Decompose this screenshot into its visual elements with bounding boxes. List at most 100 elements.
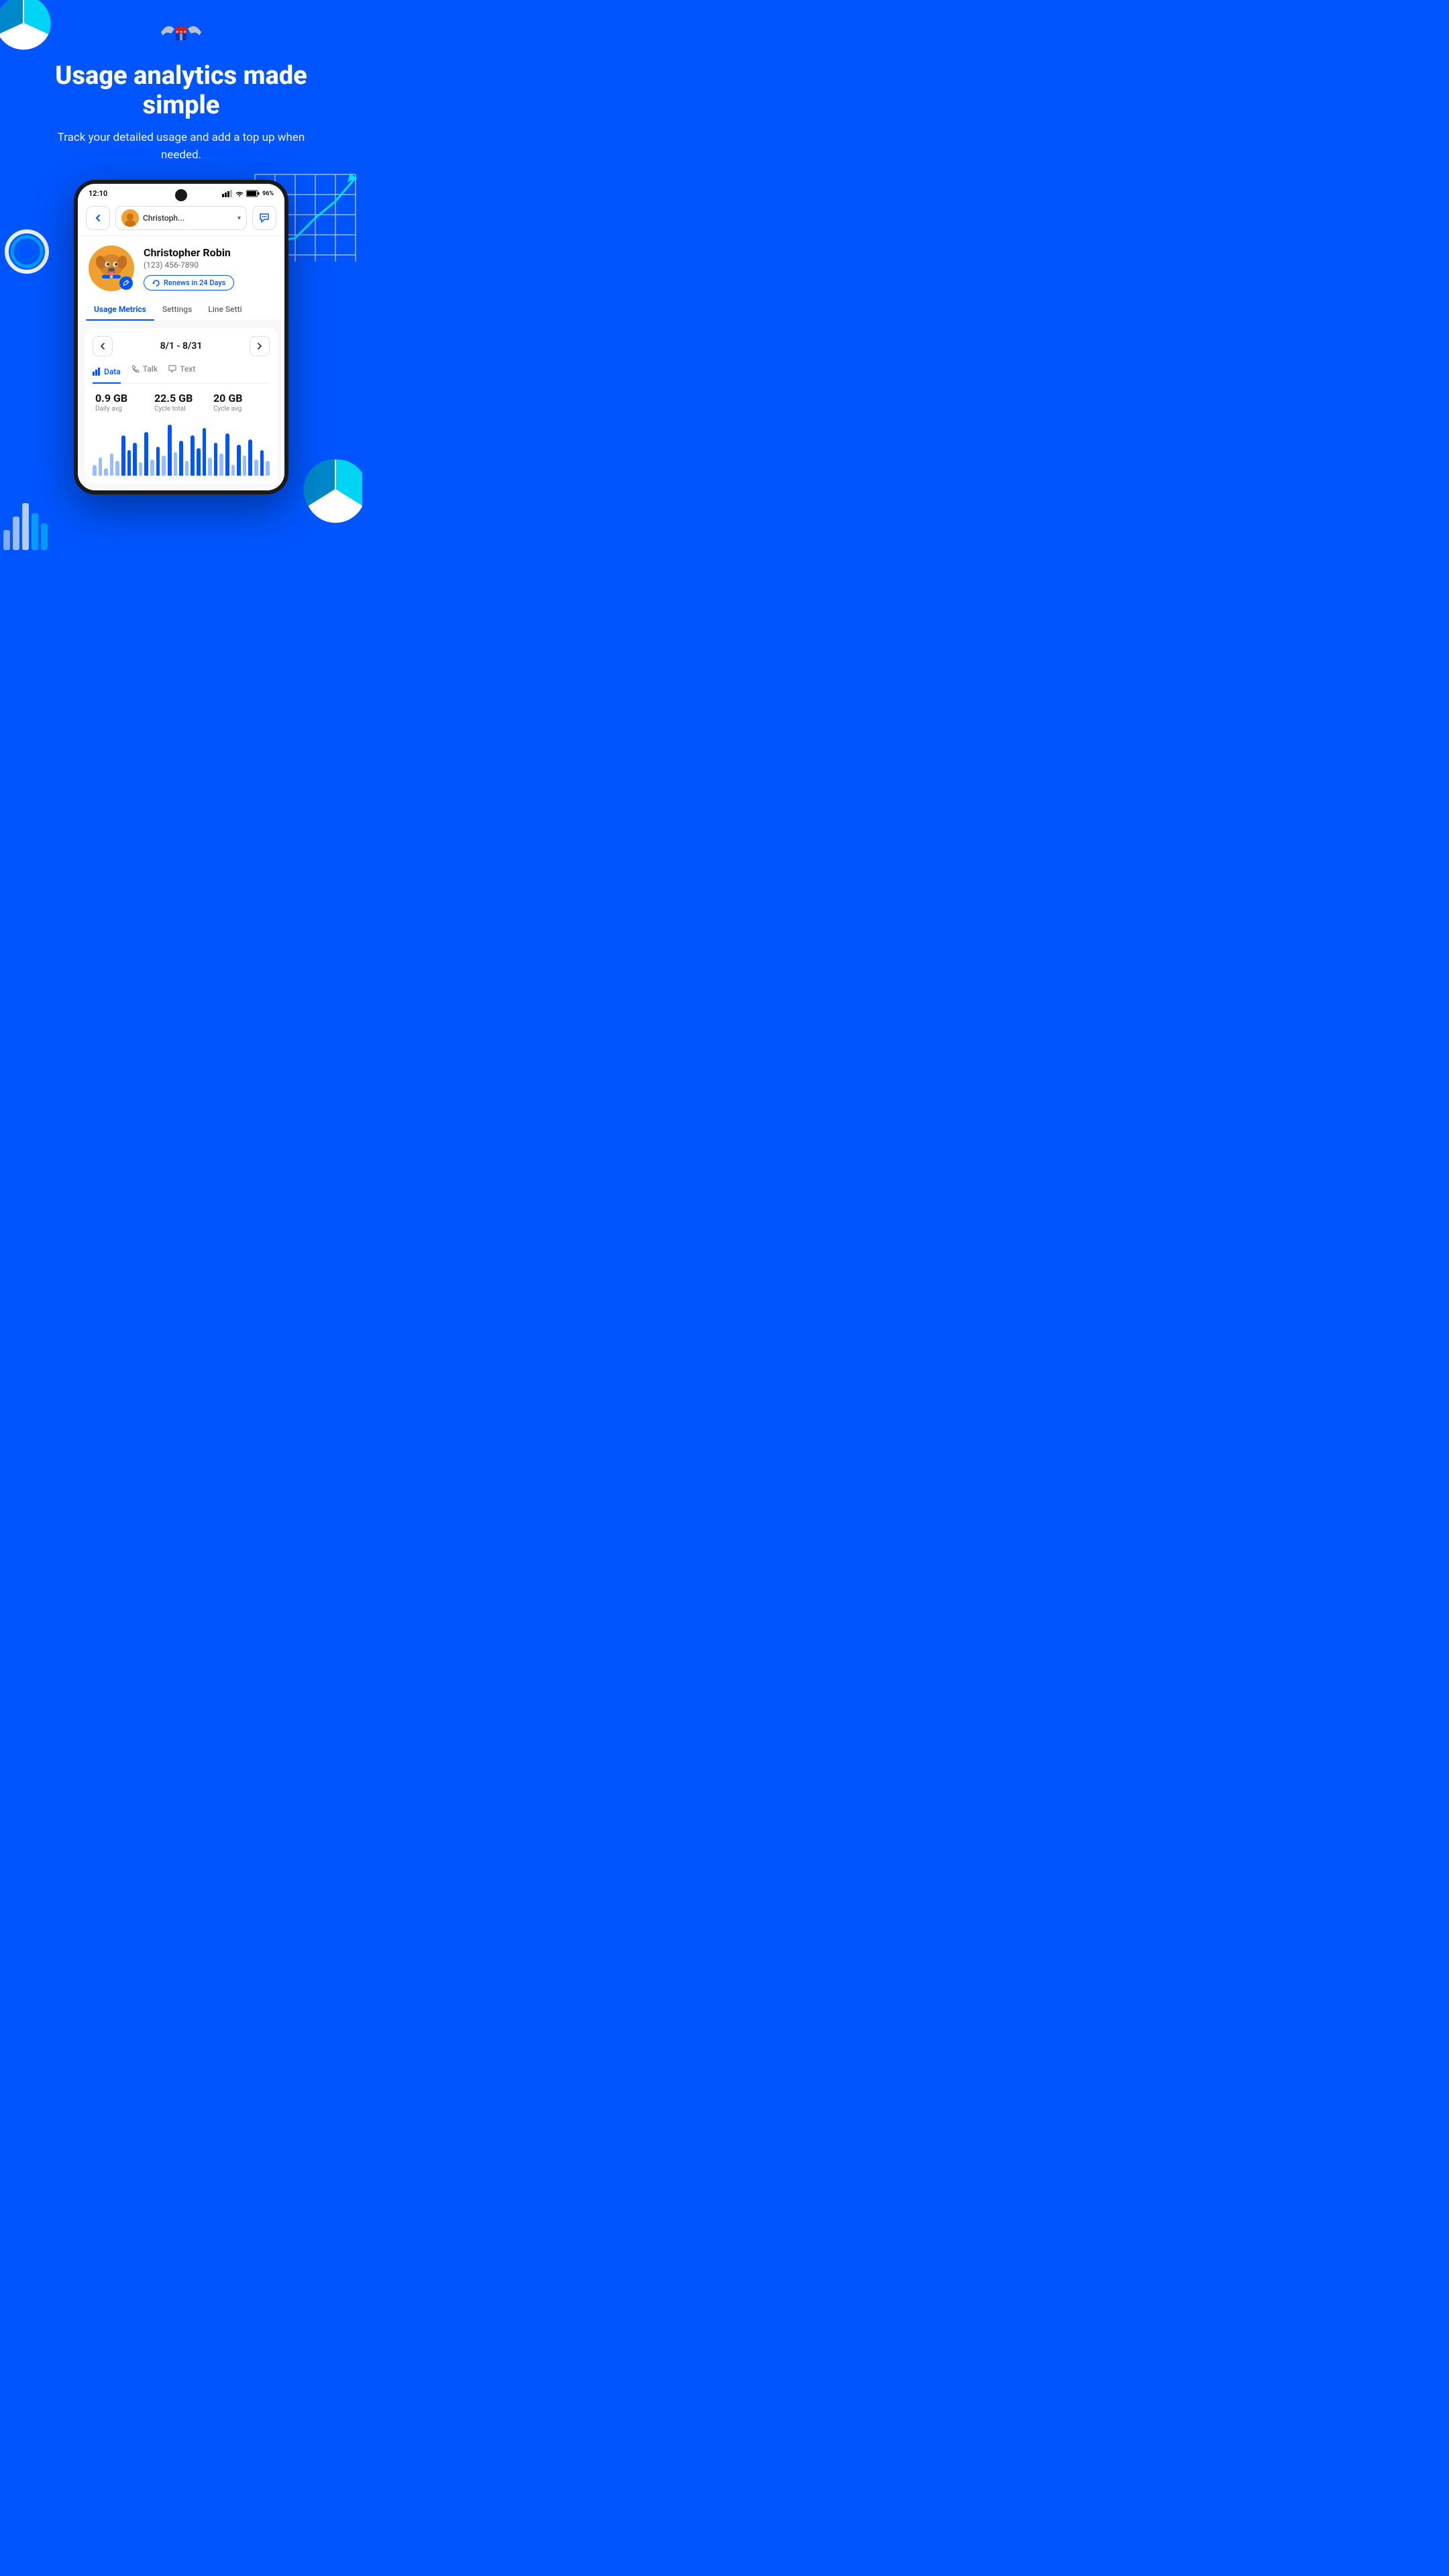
bar-col (99, 422, 103, 476)
bar-col (174, 422, 178, 476)
bar-col (162, 422, 166, 476)
status-icons: 96% (222, 190, 274, 197)
main-subheadline: Track your detailed usage and add a top … (0, 129, 362, 164)
nav-contact-name: Christoph... (143, 213, 233, 223)
bar-fill (115, 461, 119, 476)
main-headline: Usage analytics made simple (0, 62, 362, 120)
bar-col (139, 422, 143, 476)
deco-bars-left (3, 503, 48, 550)
status-bar: 12:10 (78, 184, 284, 201)
metrics-card: 8/1 - 8/31 (85, 328, 278, 484)
bar-col (168, 422, 172, 476)
bar-col (197, 422, 201, 476)
bar-col (208, 422, 212, 476)
bar-col (191, 422, 195, 476)
content-area: 8/1 - 8/31 (78, 321, 284, 490)
nav-avatar (121, 209, 139, 227)
bar-fill (237, 445, 241, 476)
bar-fill (174, 452, 178, 476)
bar-col (110, 422, 114, 476)
profile-name: Christopher Robin (144, 246, 274, 259)
bar-fill (139, 462, 143, 476)
subtab-talk-label: Talk (143, 364, 158, 374)
stat-cycle-avg-label: Cycle avg (213, 405, 267, 413)
stat-cycle-total-label: Cycle total (154, 405, 208, 413)
phone-icon (131, 365, 140, 373)
edit-avatar-button[interactable] (119, 276, 133, 290)
prev-period-button[interactable] (93, 336, 113, 356)
bar-col (231, 422, 235, 476)
bar-fill (99, 458, 103, 476)
bar-fill (203, 428, 207, 476)
subtab-text[interactable]: Text (168, 364, 195, 378)
bar-col (133, 422, 137, 476)
profile-section: Christopher Robin (123) 456-7890 Renews … (78, 236, 284, 298)
usage-bar-chart (93, 422, 270, 476)
subtab-data[interactable]: Data (93, 364, 121, 384)
bar-col (254, 422, 258, 476)
subtab-data-label: Data (104, 367, 121, 376)
bar-col (104, 422, 108, 476)
date-range-label: 8/1 - 8/31 (160, 341, 203, 352)
bar-col (156, 422, 160, 476)
contact-selector[interactable]: Christoph... ▾ (115, 206, 247, 230)
bar-col (203, 422, 207, 476)
bar-fill (219, 453, 223, 476)
tab-usage-metrics[interactable]: Usage Metrics (86, 298, 154, 321)
battery-icon (246, 190, 260, 197)
phone-mockup-container: 12:10 (0, 180, 362, 494)
bar-fill (133, 443, 137, 476)
bar-fill (208, 458, 212, 476)
data-bar-icon (93, 368, 101, 376)
bar-fill (162, 455, 166, 476)
next-period-button[interactable] (250, 336, 270, 356)
stat-daily-avg-label: Daily avg (95, 405, 149, 413)
bar-col (248, 422, 252, 476)
chat-icon (259, 213, 270, 223)
signal-icon (222, 190, 233, 197)
stat-cycle-avg-value: 20 GB (213, 392, 267, 405)
camera-notch (175, 189, 187, 201)
bar-fill (191, 435, 195, 476)
wifi-icon (235, 191, 244, 197)
stat-cycle-total-value: 22.5 GB (154, 392, 208, 405)
bar-col (127, 422, 131, 476)
bar-col (179, 422, 183, 476)
bar-fill (150, 460, 154, 476)
profile-phone-number: (123) 456-7890 (144, 260, 274, 270)
renew-badge[interactable]: Renews in 24 Days (144, 275, 234, 290)
bar-fill (121, 435, 125, 476)
back-button[interactable] (86, 206, 110, 230)
bar-col (219, 422, 223, 476)
bar-col (115, 422, 119, 476)
bar-col (144, 422, 148, 476)
stat-daily-avg: 0.9 GB Daily avg (93, 392, 152, 413)
bar-col (214, 422, 218, 476)
bar-fill (214, 443, 218, 476)
bar-fill (260, 450, 264, 476)
chat-button[interactable] (252, 206, 276, 230)
date-navigator: 8/1 - 8/31 (93, 336, 270, 356)
bar-fill (156, 447, 160, 476)
bar-col (121, 422, 125, 476)
edit-icon (123, 280, 129, 286)
subtab-talk[interactable]: Talk (131, 364, 158, 378)
bar-fill (104, 468, 108, 476)
stat-daily-avg-value: 0.9 GB (95, 392, 149, 405)
sub-tabs-bar: Data Talk Text (93, 364, 270, 384)
nav-chevron-icon: ▾ (237, 215, 241, 222)
phone-frame: 12:10 (74, 180, 288, 494)
bar-col (260, 422, 264, 476)
bar-col (225, 422, 229, 476)
tab-line-settings[interactable]: Line Setti (200, 298, 250, 321)
bar-fill (243, 455, 247, 476)
bar-col (93, 422, 97, 476)
status-time: 12:10 (89, 189, 107, 198)
bar-col (185, 422, 189, 476)
avatar-wrapper (89, 246, 134, 291)
bar-fill (254, 460, 258, 476)
tabs-bar: Usage Metrics Settings Line Setti (78, 298, 284, 321)
bar-col (243, 422, 247, 476)
tab-settings[interactable]: Settings (154, 298, 200, 321)
stats-row: 0.9 GB Daily avg 22.5 GB Cycle total 20 … (93, 392, 270, 413)
